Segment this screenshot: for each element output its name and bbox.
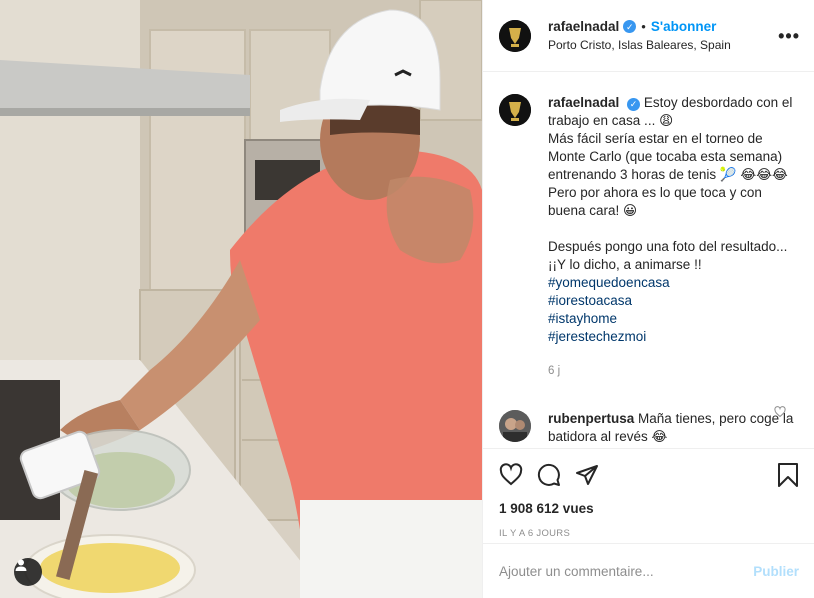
header-info: rafaelnadal ✓ • S'abonner Porto Cristo, … — [548, 19, 731, 53]
post-header: rafaelnadal ✓ • S'abonner Porto Cristo, … — [483, 0, 814, 72]
follow-button[interactable]: S'abonner — [651, 19, 716, 35]
post-timestamp[interactable]: IL Y A 6 JOURS — [499, 528, 799, 539]
user-tag-button[interactable] — [14, 558, 42, 586]
author-logo-icon — [499, 94, 531, 126]
save-button[interactable] — [777, 462, 799, 488]
hashtag-link[interactable]: #jerestechezmoi — [548, 328, 798, 346]
comment-button[interactable] — [537, 463, 561, 487]
author-avatar[interactable] — [499, 19, 531, 52]
verified-badge-icon: ✓ — [627, 97, 641, 111]
publish-button[interactable]: Publier — [753, 564, 799, 579]
comment-bubble-icon — [537, 463, 560, 486]
comment-row: rubenpertusa Maña tienes, pero coge la b… — [499, 410, 798, 446]
more-options-icon[interactable]: ••• — [778, 26, 800, 47]
heart-icon — [499, 463, 523, 486]
author-logo-icon — [499, 19, 531, 52]
add-comment-bar: Publier — [483, 543, 814, 598]
bookmark-icon — [778, 463, 798, 487]
person-icon — [15, 559, 27, 571]
instagram-post: rafaelnadal ✓ • S'abonner Porto Cristo, … — [0, 0, 814, 598]
caption-author-avatar[interactable] — [499, 94, 531, 126]
video-frame-illustration — [0, 0, 482, 598]
post-video[interactable] — [0, 0, 482, 598]
post-location[interactable]: Porto Cristo, Islas Baleares, Spain — [548, 37, 731, 53]
comment-input[interactable] — [499, 563, 754, 579]
commenter-username[interactable]: rubenpertusa — [548, 411, 634, 426]
caption-age: 6 j — [548, 365, 561, 377]
like-button[interactable] — [499, 463, 523, 487]
share-button[interactable] — [575, 463, 599, 487]
hashtag-link[interactable]: #iorestoacasa — [548, 292, 798, 310]
view-count[interactable]: 1 908 612 vues — [499, 501, 799, 516]
header-row: rafaelnadal ✓ • S'abonner — [548, 19, 731, 35]
comment-body: rubenpertusa Maña tienes, pero coge la b… — [548, 410, 798, 446]
hashtag-link[interactable]: #istayhome — [548, 310, 798, 328]
commenter-avatar[interactable] — [499, 410, 531, 442]
commenter-photo-icon — [499, 410, 531, 442]
action-icons — [499, 459, 799, 491]
author-username[interactable]: rafaelnadal — [548, 19, 619, 35]
comment-like-icon[interactable] — [774, 406, 786, 418]
hashtag-link[interactable]: #yomequedoencasa — [548, 274, 798, 292]
caption-text-block: rafaelnadal ✓ Estoy desbordado con el tr… — [548, 94, 798, 274]
verified-badge-icon: ✓ — [623, 20, 637, 33]
post-side-panel: rafaelnadal ✓ • S'abonner Porto Cristo, … — [482, 0, 814, 598]
caption-row: rafaelnadal ✓ Estoy desbordado con el tr… — [499, 94, 798, 380]
comment-text-block: rubenpertusa Maña tienes, pero coge la b… — [548, 410, 798, 446]
caption-body: rafaelnadal ✓ Estoy desbordado con el tr… — [548, 94, 798, 380]
paper-plane-icon — [576, 465, 598, 485]
caption-username[interactable]: rafaelnadal — [548, 95, 619, 110]
caption-text: Estoy desbordado con el trabajo en casa … — [548, 95, 793, 272]
separator-dot: • — [641, 18, 646, 34]
